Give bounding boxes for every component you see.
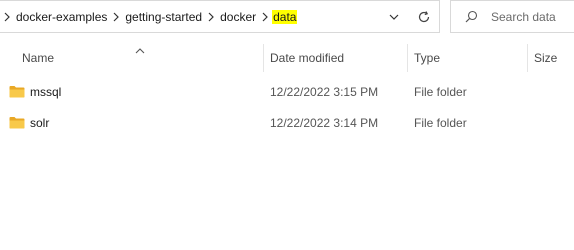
file-name: solr bbox=[30, 115, 50, 130]
breadcrumb-current[interactable]: data bbox=[272, 9, 298, 24]
column-header-label: Type bbox=[414, 51, 441, 65]
search-icon bbox=[451, 10, 491, 23]
chevron-down-icon[interactable] bbox=[379, 1, 409, 32]
chevron-right-icon[interactable] bbox=[0, 12, 14, 22]
column-header-label: Date modified bbox=[270, 51, 345, 65]
breadcrumb-item[interactable]: docker-examples bbox=[14, 10, 109, 24]
date-modified: 12/22/2022 3:14 PM bbox=[270, 115, 379, 130]
breadcrumb-item[interactable]: getting-started bbox=[123, 10, 204, 24]
column-header-name[interactable]: Name bbox=[16, 40, 264, 76]
refresh-icon[interactable] bbox=[409, 1, 439, 32]
column-header-label: Size bbox=[534, 51, 558, 65]
breadcrumb-item[interactable]: docker bbox=[218, 10, 258, 24]
file-row[interactable]: mssql 12/22/2022 3:15 PM File folder bbox=[0, 76, 574, 107]
column-header-size[interactable]: Size bbox=[528, 40, 574, 76]
chevron-right-icon[interactable] bbox=[109, 12, 123, 22]
column-header-label: Name bbox=[22, 51, 55, 65]
chevron-right-icon[interactable] bbox=[204, 12, 218, 22]
file-name-cell[interactable]: mssql bbox=[9, 85, 61, 99]
file-list: mssql 12/22/2022 3:15 PM File folder sol… bbox=[0, 76, 574, 138]
date-modified: 12/22/2022 3:15 PM bbox=[270, 84, 379, 99]
search-box[interactable] bbox=[450, 0, 574, 33]
file-type: File folder bbox=[414, 84, 467, 99]
file-row[interactable]: solr 12/22/2022 3:14 PM File folder bbox=[0, 107, 574, 138]
column-header-date[interactable]: Date modified bbox=[264, 40, 408, 76]
column-header-type[interactable]: Type bbox=[408, 40, 528, 76]
chevron-right-icon[interactable] bbox=[258, 12, 272, 22]
file-type: File folder bbox=[414, 115, 467, 130]
file-name-cell[interactable]: solr bbox=[9, 116, 49, 130]
folder-icon bbox=[9, 116, 25, 129]
folder-icon bbox=[9, 85, 25, 98]
address-bar[interactable]: docker-examples getting-started docker d… bbox=[0, 0, 440, 33]
file-name: mssql bbox=[30, 84, 62, 99]
search-input[interactable] bbox=[491, 9, 571, 24]
column-header-row: Name Date modified Type Size bbox=[0, 40, 574, 76]
